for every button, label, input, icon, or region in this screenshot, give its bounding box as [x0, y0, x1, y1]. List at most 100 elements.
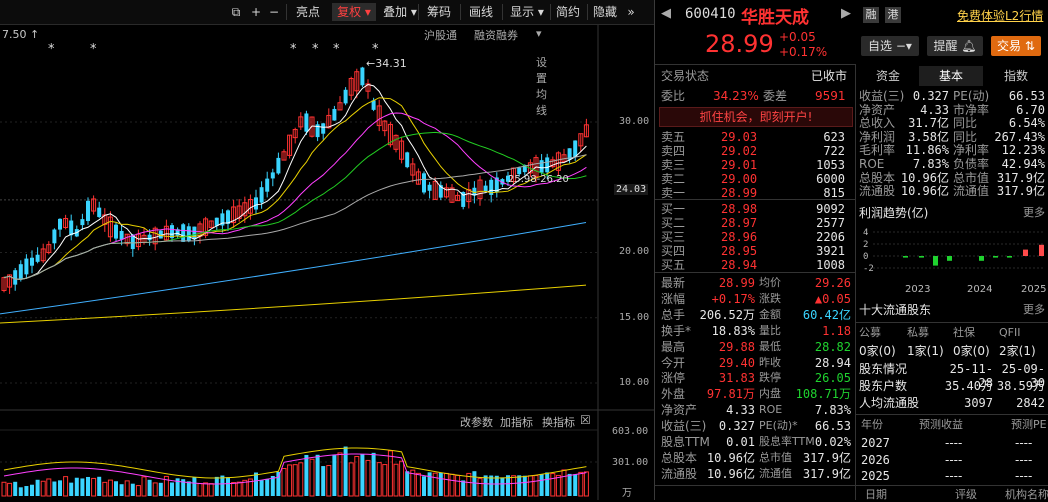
volume-bar	[186, 481, 191, 496]
ma-settings-link[interactable]: 设置均线 ▾	[536, 27, 547, 117]
forecast-year: 2025	[861, 469, 890, 483]
quote-panel: ◀ 600410 华胜天成 ▶ 融 港 免费体验L2行情 28.99 +0.05…	[654, 0, 1048, 501]
candle-body	[186, 226, 191, 242]
volume-bar	[119, 484, 124, 496]
tab-funds[interactable]: 资金	[857, 66, 919, 86]
sell-level-price[interactable]: 29.02	[721, 144, 757, 158]
event-marker[interactable]: *	[48, 42, 55, 57]
buy-level-price[interactable]: 28.96	[721, 230, 757, 244]
vol-unit: 万	[622, 488, 632, 499]
chips-button[interactable]: 筹码	[422, 3, 456, 21]
stat-value: +0.17%	[711, 291, 755, 306]
prev-stock-icon[interactable]: ◀	[661, 6, 671, 21]
buy-level-price[interactable]: 28.94	[721, 258, 757, 272]
holder-type-value: 0家(0)	[859, 344, 896, 358]
profit-y-tick: -2	[863, 264, 874, 274]
stat-label: PE(动)*	[759, 419, 798, 433]
fund-label: 总收入	[859, 116, 896, 131]
holders-more-link[interactable]: 更多	[1023, 303, 1045, 317]
stat-value: 29.88	[718, 339, 755, 354]
profit-trend-more-link[interactable]: 更多	[1023, 206, 1045, 220]
tab-index[interactable]: 指数	[983, 66, 1048, 86]
edit-params-link[interactable]: 改参数	[460, 414, 493, 430]
watchlist-button[interactable]: 自选 −▾	[861, 36, 919, 56]
sell-level-price[interactable]: 28.99	[721, 186, 757, 200]
hide-button[interactable]: 隐藏	[590, 3, 620, 21]
buy-level-price[interactable]: 28.97	[721, 216, 757, 230]
volume-bar	[332, 454, 337, 496]
vol-tick: 603.00	[612, 426, 649, 437]
volume-bar	[304, 454, 309, 496]
event-marker[interactable]: *	[333, 42, 340, 57]
add-indicator-link[interactable]: 加指标	[500, 414, 533, 430]
fund-label: ROE	[859, 157, 885, 171]
stat-label: 外盘	[661, 387, 686, 402]
volume-bar	[365, 459, 371, 497]
screenshot-icon[interactable]: ⧉	[226, 3, 246, 21]
simple-button[interactable]: 简约	[553, 3, 583, 21]
zoom-in-button[interactable]: +	[248, 3, 264, 21]
profit-trend-chart: 4 2 0 -2 2023 2024 2025	[863, 228, 1046, 294]
stat-label: 内盘	[759, 387, 781, 401]
holder-row-value: 2842	[1016, 396, 1045, 410]
stat-value: 0.02%	[814, 435, 851, 449]
stat-value: 60.42亿	[802, 307, 851, 322]
draw-line-button[interactable]: 画线	[464, 3, 498, 21]
holder-type-value: 1家(1)	[907, 344, 944, 358]
volume-bar	[539, 474, 544, 496]
sell-level-price[interactable]: 29.01	[721, 158, 757, 172]
buy-level-price[interactable]: 28.95	[721, 244, 757, 258]
close-indicator-icon[interactable]: ☒	[580, 413, 591, 427]
sell-level-label: 卖三	[661, 158, 686, 172]
vol-tick: 301.00	[612, 457, 649, 468]
volume-bar	[147, 479, 152, 496]
volume-bar	[483, 475, 488, 496]
candle-body	[422, 173, 426, 193]
volume-bar	[69, 482, 74, 496]
profit-bar	[919, 256, 924, 258]
candle-body	[24, 258, 29, 275]
event-marker[interactable]: *	[312, 42, 319, 57]
fund-value: 0.327	[912, 89, 949, 103]
margin-trading-link[interactable]: 融资融券	[474, 27, 518, 43]
volume-bar	[18, 487, 23, 496]
expand-chevron-icon[interactable]: »	[622, 3, 640, 21]
adjust-button[interactable]: 复权 ▾	[332, 3, 376, 21]
zoom-out-button[interactable]: −	[266, 3, 282, 21]
fund-value: 317.9亿	[996, 170, 1045, 185]
tab-basic[interactable]: 基本	[919, 66, 983, 86]
switch-indicator-link[interactable]: 换指标	[542, 414, 575, 430]
candle-body	[69, 220, 74, 236]
sell-level-price[interactable]: 29.03	[721, 130, 757, 144]
buy-level-volume: 2206	[816, 230, 845, 244]
event-marker[interactable]: *	[372, 42, 379, 57]
event-marker[interactable]: *	[290, 42, 297, 57]
next-stock-icon[interactable]: ▶	[841, 6, 851, 21]
forecast-header: 年份	[861, 418, 883, 431]
volume-bar	[321, 466, 326, 496]
sell-level-label: 卖一	[661, 186, 686, 200]
hk-connect-link[interactable]: 沪股通	[424, 27, 457, 43]
open-account-banner[interactable]: 抓住机会，即刻开户!	[659, 107, 853, 127]
stat-value: 4.33	[726, 403, 755, 418]
l2-promo-link[interactable]: 免费体验L2行情	[957, 7, 1043, 24]
alert-button[interactable]: 提醒 🔔︎	[927, 36, 983, 56]
stat-value: 28.99	[718, 276, 755, 290]
candle-body	[360, 67, 365, 86]
buy-level-price[interactable]: 28.98	[721, 202, 757, 216]
volume-bar	[506, 475, 510, 496]
stat-value: 31.83	[718, 371, 755, 386]
stat-label: 流通股	[661, 466, 698, 481]
fund-value: 66.53	[1008, 89, 1045, 103]
highlight-button[interactable]: 亮点	[290, 3, 326, 21]
sell-level-price[interactable]: 29.00	[721, 172, 757, 186]
candle-body	[254, 197, 258, 210]
volume-bar	[203, 482, 209, 497]
candle-body	[97, 207, 102, 217]
trade-button[interactable]: 交易 ⇅	[991, 36, 1041, 56]
overlay-button[interactable]: 叠加 ▾	[378, 3, 422, 21]
profit-x-label: 2025	[1021, 284, 1046, 294]
display-button[interactable]: 显示 ▾	[505, 3, 549, 21]
stat-value: 97.81万	[706, 387, 755, 402]
event-marker[interactable]: *	[90, 42, 97, 57]
